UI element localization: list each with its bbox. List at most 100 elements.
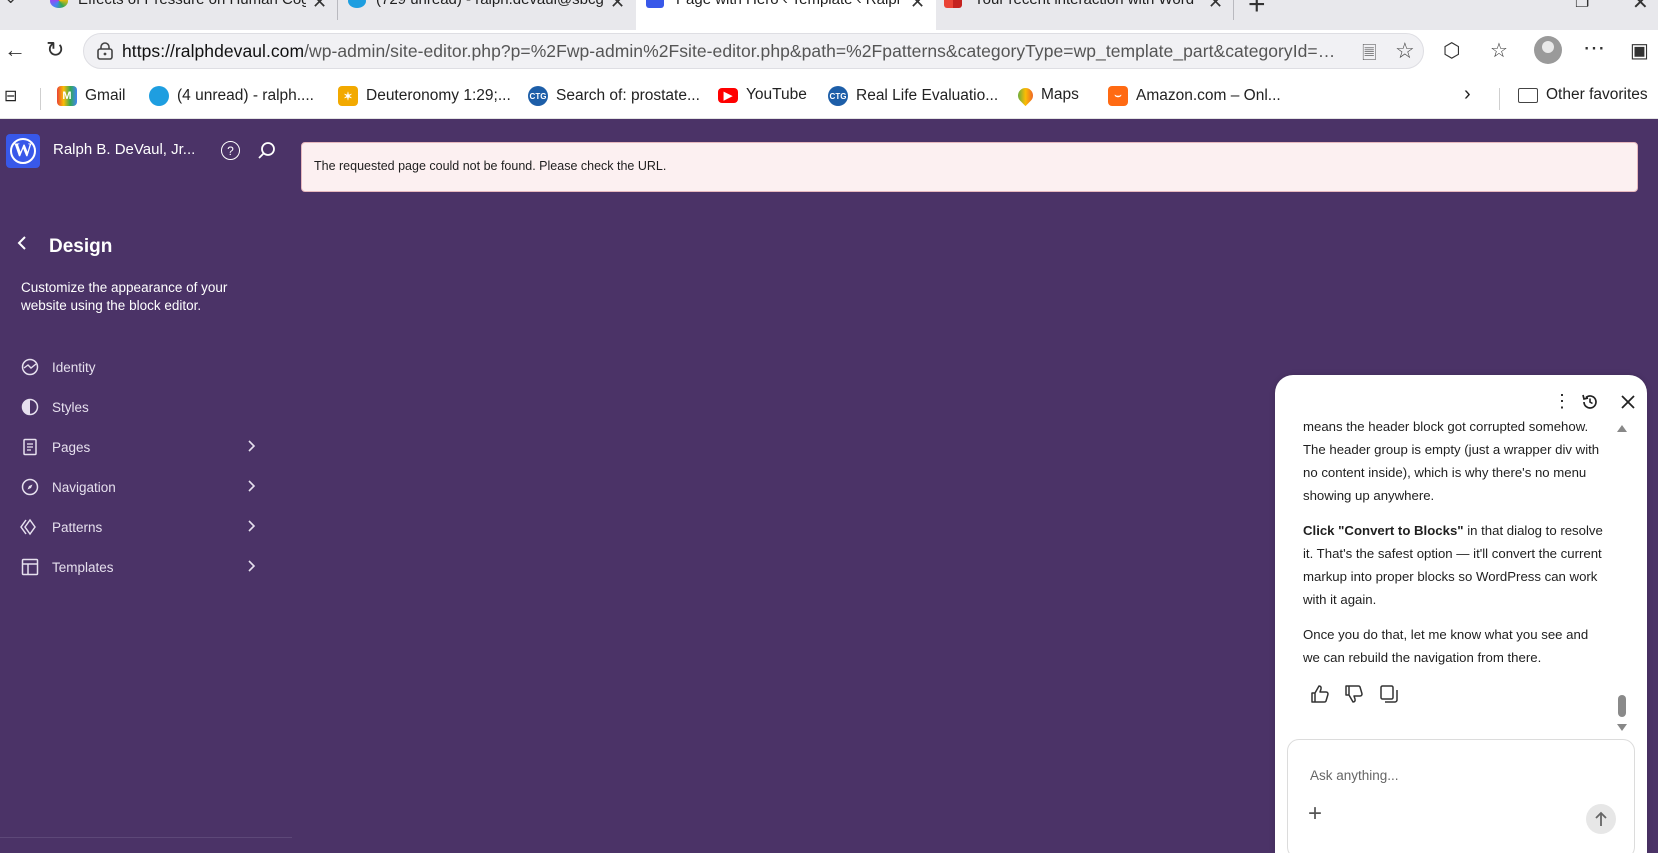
sidebar-divider — [0, 837, 292, 838]
extensions-icon[interactable]: ⬡ — [1443, 38, 1460, 63]
chevron-right-icon — [248, 440, 256, 452]
tab-effects-of-pressure[interactable]: Effects of Pressure on Human Cog ✕ — [36, 0, 336, 30]
bookmark-gmail[interactable]: M Gmail — [57, 86, 125, 106]
restore-window-icon[interactable]: ❐ — [1575, 0, 1589, 12]
gmail-icon — [944, 0, 962, 8]
bookmark-deuteronomy[interactable]: ✶ Deuteronomy 1:29;... — [338, 86, 511, 106]
thumbs-up-icon[interactable] — [1309, 683, 1331, 705]
profile-avatar[interactable] — [1534, 36, 1562, 64]
att-globe-icon — [149, 86, 169, 106]
add-attachment-icon[interactable]: + — [1308, 800, 1322, 828]
diamond-icon — [20, 517, 40, 537]
chat-panel: ⋮ means the header block got corrupted s… — [1275, 375, 1647, 853]
message-emphasis: Click "Convert to Blocks" — [1303, 523, 1464, 538]
sidebar-item-templates[interactable]: Templates — [20, 552, 256, 582]
bookmark-label: (4 unread) - ralph.... — [177, 87, 314, 104]
close-window-icon[interactable]: ✕ — [1632, 0, 1649, 15]
gmail-icon: M — [57, 86, 77, 106]
page-title: Design — [49, 236, 113, 257]
ctg-icon: CTG — [828, 86, 848, 106]
wordpress-icon — [646, 0, 664, 8]
bookmark-label: Other favorites — [1546, 86, 1648, 103]
scroll-up-arrow-icon[interactable] — [1617, 425, 1627, 432]
copy-icon[interactable] — [1378, 683, 1400, 705]
close-icon[interactable]: ✕ — [1208, 0, 1223, 13]
bookmark-label: Deuteronomy 1:29;... — [366, 87, 511, 104]
site-info-lock-icon[interactable] — [96, 42, 114, 60]
bookmark-other-favorites[interactable]: Other favorites — [1518, 86, 1648, 104]
message-paragraph: Click "Convert to Blocks" in that dialog… — [1303, 519, 1605, 611]
close-icon[interactable]: ✕ — [610, 0, 625, 13]
chat-input-placeholder[interactable]: Ask anything... — [1310, 768, 1399, 783]
error-notice: The requested page could not be found. P… — [301, 142, 1638, 192]
tab-list-icon[interactable]: ⌄ — [4, 0, 17, 8]
help-icon[interactable]: ? — [221, 141, 240, 160]
back-arrow-icon[interactable]: ← — [4, 37, 26, 63]
bookmark-maps[interactable]: Maps — [1014, 84, 1079, 106]
bookmark-search-prostate[interactable]: CTG Search of: prostate... — [528, 86, 700, 106]
sidebar-item-label: Navigation — [52, 479, 116, 495]
bookmarks-overflow-chevron-icon[interactable]: › — [1464, 83, 1471, 106]
close-icon[interactable] — [1620, 394, 1636, 410]
bookmarks-bar: ⊟ M Gmail (4 unread) - ralph.... ✶ Deute… — [0, 79, 1658, 119]
browser-tab-strip: ⌄ Effects of Pressure on Human Cog ✕ (72… — [0, 0, 1658, 30]
tab-page-with-hero[interactable]: Page with Hero ‹ Template ‹ Ralph ✕ — [636, 0, 936, 30]
identity-icon — [20, 357, 40, 377]
bookmark-label: YouTube — [746, 86, 807, 103]
new-tab-icon[interactable]: + — [1248, 0, 1266, 22]
folder-icon — [1518, 87, 1538, 103]
url-host: https://ralphdevaul.com — [122, 41, 305, 61]
bookmark-label: Amazon.com – Onl... — [1136, 87, 1281, 104]
sidebar-item-label: Styles — [52, 399, 89, 415]
maps-pin-icon — [1014, 84, 1037, 106]
refresh-icon[interactable]: ↻ — [46, 37, 64, 63]
ctg-icon: CTG — [528, 86, 548, 106]
sidebar-item-styles[interactable]: Styles — [20, 392, 256, 422]
sidebar-item-patterns[interactable]: Patterns — [20, 512, 256, 542]
compass-icon — [20, 477, 40, 497]
tab-recent-interaction[interactable]: Your recent interaction with Word ✕ — [936, 0, 1232, 30]
url-text[interactable]: https://ralphdevaul.com/wp-admin/site-ed… — [122, 41, 1384, 62]
reading-view-icon[interactable]: 🗏 — [1362, 41, 1376, 71]
page-icon — [20, 437, 40, 457]
message-paragraph: means the header block got corrupted som… — [1303, 419, 1600, 503]
chevron-right-icon — [248, 560, 256, 572]
favorite-star-icon[interactable]: ☆ — [1395, 38, 1415, 64]
close-icon[interactable]: ✕ — [312, 0, 327, 13]
back-chevron-icon[interactable] — [15, 235, 29, 251]
bookmark-att-mail[interactable]: (4 unread) - ralph.... — [149, 86, 314, 106]
bookmark-label: Maps — [1041, 86, 1079, 103]
bookmarks-menu-icon[interactable]: ⊟ — [4, 86, 17, 106]
chat-input[interactable]: Ask anything... + — [1287, 739, 1635, 853]
history-icon[interactable] — [1581, 393, 1599, 411]
send-button[interactable] — [1586, 804, 1616, 834]
bookmark-real-life-evaluation[interactable]: CTG Real Life Evaluatio... — [828, 86, 998, 106]
bookmark-label: Search of: prostate... — [556, 87, 700, 104]
wordpress-logo-icon[interactable]: W — [6, 134, 40, 168]
sidebar-toggle-icon[interactable]: ▣ — [1630, 38, 1649, 63]
bookmark-divider — [1499, 88, 1500, 110]
notice-text: The requested page could not be found. P… — [314, 159, 667, 173]
site-title[interactable]: Ralph B. DeVaul, Jr... — [53, 141, 195, 158]
address-bar[interactable]: https://ralphdevaul.com/wp-admin/site-ed… — [83, 33, 1424, 69]
bookmark-amazon[interactable]: ⌣ Amazon.com – Onl... — [1108, 86, 1281, 106]
search-icon[interactable] — [256, 140, 277, 161]
sidebar-item-identity[interactable]: Identity — [20, 352, 256, 382]
thumbs-down-icon[interactable] — [1343, 683, 1365, 705]
sidebar-item-pages[interactable]: Pages — [20, 432, 256, 462]
tab-att-mail[interactable]: (729 unread) - ralph.devaul@sbcgl ✕ — [338, 0, 636, 30]
bookmark-youtube[interactable]: ▶ YouTube — [718, 86, 807, 104]
sidebar-item-navigation[interactable]: Navigation — [20, 472, 256, 502]
arrow-up-icon — [1595, 811, 1607, 826]
more-vertical-icon[interactable]: ⋮ — [1553, 391, 1571, 412]
amazon-icon: ⌣ — [1108, 86, 1128, 106]
scroll-down-arrow-icon[interactable] — [1617, 724, 1627, 731]
chevron-right-icon — [248, 480, 256, 492]
more-options-icon[interactable]: ⋯ — [1583, 35, 1605, 61]
bookmark-label: Real Life Evaluatio... — [856, 87, 999, 104]
layout-icon — [20, 557, 40, 577]
favorites-icon[interactable]: ☆ — [1490, 38, 1508, 63]
scrollbar-thumb[interactable] — [1618, 695, 1626, 717]
close-icon[interactable]: ✕ — [910, 0, 925, 13]
multicolor-app-icon — [50, 0, 68, 8]
